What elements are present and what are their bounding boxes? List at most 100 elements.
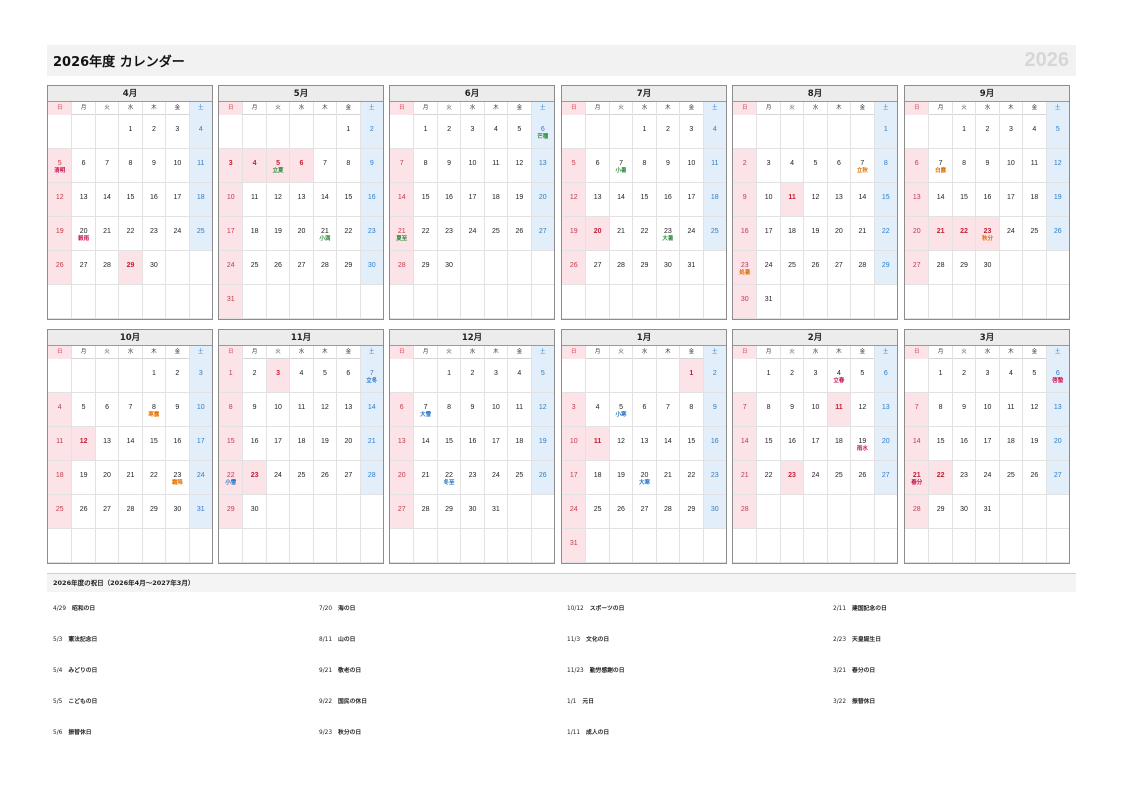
day-cell: 7 <box>118 393 142 427</box>
empty-cell <box>928 529 952 563</box>
day-number: 20 <box>538 194 547 201</box>
day-cell: 28 <box>118 495 142 529</box>
day-cell: 11 <box>826 393 851 427</box>
day-number: 19 <box>1053 194 1062 201</box>
day-number: 11 <box>593 438 602 445</box>
day-cell: 5 <box>1022 359 1046 393</box>
solar-term-label: 霜降 <box>171 480 183 486</box>
holiday-date: 4/29 <box>53 606 67 612</box>
day-cell: 28 <box>905 495 929 529</box>
day-cell: 12 <box>803 183 827 217</box>
day-number: 5 <box>81 404 86 411</box>
empty-cell <box>585 115 609 149</box>
day-number: 14 <box>664 438 672 445</box>
day-number: 5 <box>619 404 624 411</box>
day-number: 14 <box>617 194 625 201</box>
day-cell: 1 <box>219 359 243 393</box>
day-cell: 3 <box>165 115 189 149</box>
empty-cell <box>359 285 383 319</box>
day-cell: 22 <box>951 217 976 251</box>
day-cell: 26 <box>803 251 827 285</box>
day-number: 3 <box>276 370 281 377</box>
day-cell: 6 芒種 <box>530 115 554 149</box>
day-cell: 9 <box>733 183 757 217</box>
day-number: 23 <box>960 472 968 479</box>
weekday-label: 火 <box>265 102 289 115</box>
holiday-name: 元日 <box>582 699 594 705</box>
day-number: 12 <box>1030 404 1039 411</box>
year-label: 2026 <box>1024 49 1070 71</box>
day-cell: 17 <box>756 217 780 251</box>
day-cell: 8 <box>336 149 360 183</box>
day-cell: 1 <box>336 115 360 149</box>
weekday-label: 日 <box>390 102 414 115</box>
day-number: 8 <box>346 160 351 167</box>
weekday-label: 金 <box>850 102 873 115</box>
day-number: 30 <box>664 262 672 269</box>
day-number: 23 <box>150 228 158 235</box>
month-10: 1月日月火水木金土 1 2 3 4 5 小寒 6 7 8 9 10 11 12 13 14 15 16 17 18 19… <box>561 329 727 564</box>
day-number: 18 <box>297 438 306 445</box>
day-number: 11 <box>1030 160 1038 167</box>
empty-cell <box>390 529 414 563</box>
empty-cell <box>118 529 142 563</box>
day-cell: 26 <box>48 251 72 285</box>
day-cell: 8 <box>756 393 780 427</box>
day-cell: 4 <box>289 359 313 393</box>
day-cell: 4 <box>779 149 804 183</box>
month-title: 9月 <box>905 86 1069 102</box>
day-cell: 12 <box>608 427 633 461</box>
day-number: 22 <box>150 472 158 479</box>
day-cell: 7 <box>733 393 757 427</box>
empty-cell <box>585 285 609 319</box>
day-number: 14 <box>103 194 111 201</box>
empty-cell <box>507 495 531 529</box>
day-cell: 14 <box>608 183 633 217</box>
empty-cell <box>1045 495 1069 529</box>
day-cell: 2 <box>702 359 726 393</box>
empty-cell <box>679 285 703 319</box>
day-number: 26 <box>569 262 578 269</box>
empty-cell <box>702 251 726 285</box>
day-number: 31 <box>983 506 992 513</box>
day-number: 6 <box>836 160 841 167</box>
day-number: 5 <box>517 126 522 133</box>
day-number: 19 <box>274 228 282 235</box>
day-number: 25 <box>55 506 64 513</box>
month-title: 7月 <box>562 86 726 102</box>
holiday-item: 9/21 敬老の日 <box>319 665 361 674</box>
day-cell: 22 <box>679 461 703 495</box>
holiday-date: 11/23 <box>567 668 584 674</box>
day-cell: 16 <box>242 427 266 461</box>
day-cell: 3 <box>219 149 243 183</box>
day-number: 18 <box>710 194 719 201</box>
day-number: 19 <box>569 228 578 235</box>
day-number: 4 <box>517 370 522 377</box>
day-cell: 21 春分 <box>905 461 929 495</box>
day-cell: 23 <box>141 217 166 251</box>
day-number: 7 <box>938 160 943 167</box>
day-number: 11 <box>711 160 719 167</box>
weekday-label: 土 <box>188 346 212 359</box>
day-number: 17 <box>468 194 477 201</box>
day-cell: 6 <box>826 149 851 183</box>
day-cell: 24 <box>975 461 999 495</box>
holiday-date: 10/12 <box>567 606 584 612</box>
holiday-date: 1/11 <box>567 730 581 736</box>
empty-cell <box>756 115 780 149</box>
day-number: 13 <box>538 160 547 167</box>
solar-term-label: 寒露 <box>148 412 160 418</box>
day-number: 26 <box>274 262 282 269</box>
day-number: 16 <box>983 194 992 201</box>
day-number: 20 <box>593 228 602 235</box>
day-cell: 8 <box>436 393 461 427</box>
empty-cell <box>733 115 757 149</box>
day-number: 26 <box>858 472 867 479</box>
weekday-label: 月 <box>413 346 436 359</box>
solar-term-label: 処暑 <box>739 270 751 276</box>
empty-cell <box>905 359 929 393</box>
day-cell: 16 <box>460 427 484 461</box>
holiday-name: 春分の日 <box>852 668 876 674</box>
day-cell: 10 <box>265 393 290 427</box>
day-number: 15 <box>226 438 235 445</box>
